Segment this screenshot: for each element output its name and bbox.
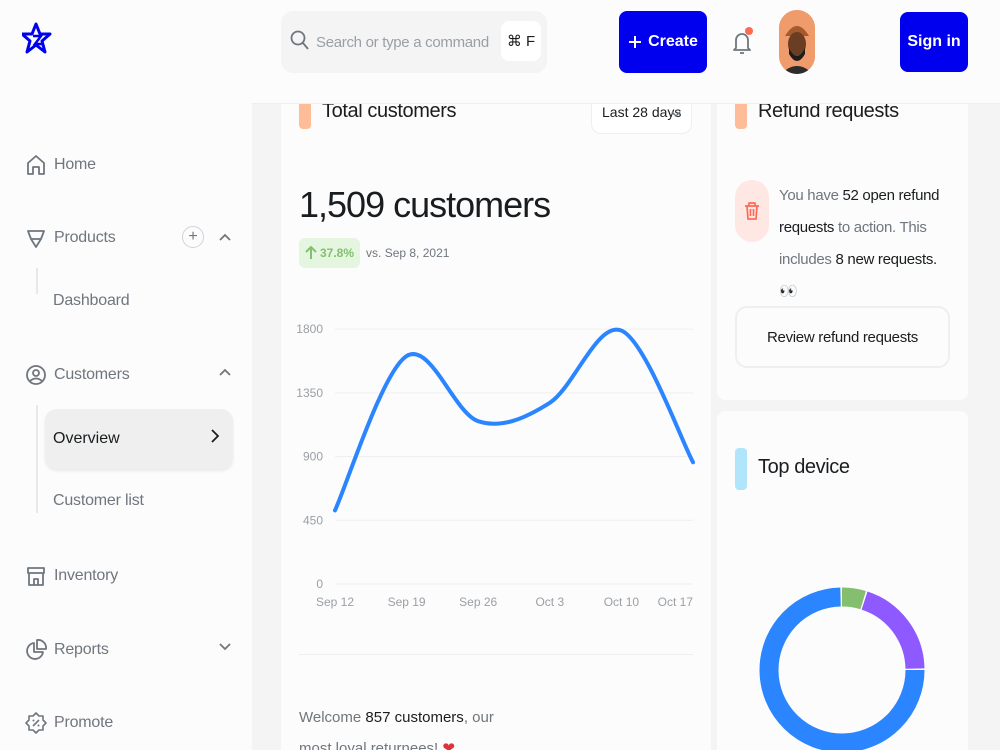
sidebar-item-label: Customers	[54, 366, 130, 383]
eyes-emoji-icon: 👀	[779, 283, 798, 300]
welcome-prefix: Welcome	[299, 709, 366, 726]
create-button[interactable]: Create	[619, 11, 707, 73]
period-select-value: Last 28 days	[602, 104, 682, 120]
add-product-button[interactable]: +	[182, 226, 204, 248]
sidebar-item-promote[interactable]: Promote	[24, 703, 234, 743]
total-customers-value: 1,509 customers	[299, 184, 551, 225]
plus-icon	[629, 36, 642, 48]
diamond-icon	[24, 226, 48, 250]
chevron-right-icon	[211, 429, 220, 448]
sidebar-item-inventory[interactable]: Inventory	[24, 556, 234, 596]
tree-line	[36, 268, 38, 294]
sidebar-item-label: Products	[54, 229, 116, 246]
customers-line-chart: 0 450 900 1350 1800 Sep 12 Sep 19 Sep 26 Oct 3 Oc…	[296, 322, 695, 609]
tree-line	[36, 405, 38, 513]
sidebar-item-customer-list[interactable]: Customer list	[53, 492, 144, 510]
trend-comparison: vs. Sep 8, 2021	[366, 246, 450, 260]
sidebar-item-overview[interactable]: Overview	[45, 409, 233, 469]
sidebar-item-label: Promote	[54, 714, 114, 731]
sidebar: Home Products + Dashboard Customers Over…	[0, 0, 252, 750]
top-header: Search or type a command ⌘ F Create Sign…	[252, 0, 1000, 104]
chevron-up-icon[interactable]	[216, 228, 234, 246]
sidebar-item-home[interactable]: Home	[24, 145, 234, 185]
pie-chart-icon	[24, 638, 48, 662]
store-icon	[24, 564, 48, 588]
divider	[299, 654, 693, 655]
user-circle-icon	[24, 363, 48, 387]
sidebar-item-dashboard[interactable]: Dashboard	[53, 292, 130, 310]
refund-new-count: 8 new requests.	[835, 251, 938, 268]
device-donut-chart	[759, 587, 925, 750]
refund-description: You have 52 open refund requests to acti…	[779, 180, 954, 308]
review-refund-requests-button[interactable]: Review refund requests	[735, 306, 950, 368]
y-tick-label: 1350	[296, 386, 323, 400]
trash-icon	[735, 180, 769, 242]
x-tick-label: Oct 3	[535, 595, 564, 609]
arrow-up-icon	[305, 246, 317, 259]
sidebar-item-label: Reports	[54, 641, 109, 658]
x-tick-label: Oct 17	[658, 595, 694, 609]
home-icon	[24, 153, 48, 177]
sidebar-item-label: Inventory	[54, 567, 119, 584]
x-tick-label: Sep 12	[316, 595, 354, 609]
welcome-highlight: 857 customers	[365, 709, 464, 726]
search-placeholder: Search or type a command	[316, 33, 489, 51]
heart-icon: ❤	[442, 740, 455, 750]
donut-segment	[841, 587, 866, 610]
series-line	[333, 327, 695, 513]
card-tag-blue	[735, 448, 747, 490]
sidebar-item-label: Home	[54, 156, 96, 173]
x-tick-label: Sep 19	[388, 595, 426, 609]
sidebar-item-customers[interactable]: Customers	[24, 355, 234, 395]
top-device-card-title: Top device	[758, 456, 850, 478]
x-tick-label: Oct 10	[604, 595, 640, 609]
y-tick-label: 0	[316, 577, 323, 591]
sidebar-item-label: Overview	[53, 430, 120, 447]
trend: 37.8% vs. Sep 8, 2021	[299, 238, 449, 268]
trend-badge: 37.8%	[299, 238, 361, 268]
chevron-up-icon[interactable]	[216, 363, 234, 381]
x-tick-label: Sep 26	[459, 595, 497, 609]
donut-segment	[861, 591, 925, 670]
keyboard-shortcut: ⌘ F	[501, 21, 541, 61]
y-tick-label: 450	[303, 513, 323, 527]
avatar[interactable]	[779, 10, 815, 74]
chevron-down-icon[interactable]	[216, 638, 234, 656]
create-button-label: Create	[648, 33, 698, 50]
trend-value: 37.8%	[320, 246, 355, 260]
promotion-icon	[24, 711, 48, 735]
y-tick-label: 900	[303, 450, 323, 464]
chevron-down-icon	[671, 105, 681, 121]
refund-text-part: You have	[779, 187, 843, 204]
sign-in-button[interactable]: Sign in	[900, 12, 968, 72]
sidebar-item-reports[interactable]: Reports	[24, 630, 234, 670]
y-tick-label: 1800	[296, 322, 323, 336]
sidebar-item-products[interactable]: Products +	[24, 218, 234, 258]
notification-dot	[745, 27, 753, 35]
logo-star-icon[interactable]	[22, 18, 52, 62]
search-input[interactable]: Search or type a command ⌘ F	[281, 11, 547, 73]
search-icon	[290, 29, 310, 56]
welcome-text: Welcome 857 customers, our most loyal re…	[299, 702, 499, 750]
